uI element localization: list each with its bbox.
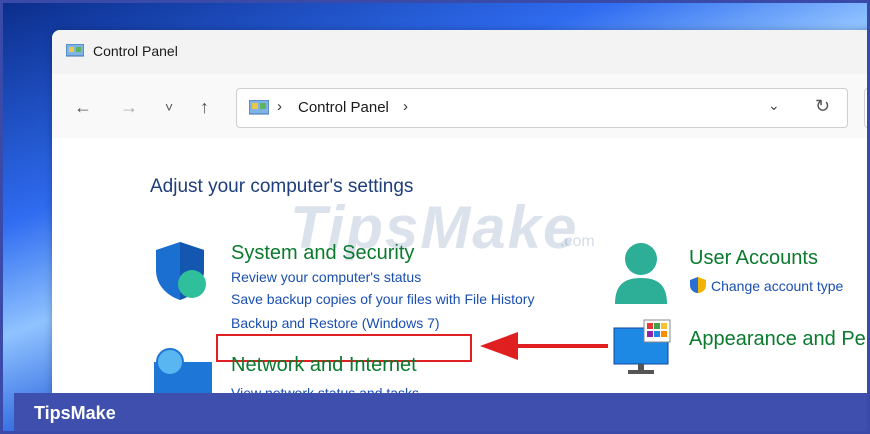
main-content: Adjust your computer's settings TipsMake… [52, 138, 870, 400]
watermark-suffix: .com [560, 233, 595, 250]
address-bar[interactable]: › Control Panel › ⌄ ↻ [236, 88, 848, 128]
control-panel-window: Control Panel ← → ˅ ↑ › Control Panel › … [52, 30, 870, 400]
link-review-status[interactable]: Review your computer's status [231, 269, 421, 285]
breadcrumb-control-panel[interactable]: Control Panel [298, 99, 389, 116]
navigation-bar: ← → ˅ ↑ › Control Panel › ⌄ ↻ [52, 74, 870, 138]
breadcrumb-separator: › [277, 98, 282, 115]
red-arrow-icon [480, 332, 608, 360]
back-arrow-icon[interactable]: ← [74, 98, 92, 116]
shield-icon [154, 240, 210, 302]
window-title: Control Panel [93, 43, 178, 59]
up-arrow-icon[interactable]: ↑ [200, 98, 209, 116]
search-box[interactable] [864, 88, 870, 128]
title-bar: Control Panel [52, 30, 870, 74]
refresh-icon[interactable]: ↻ [815, 96, 830, 117]
user-icon [613, 242, 669, 308]
address-history-dropdown-icon[interactable]: ⌄ [768, 97, 780, 114]
recent-locations-icon[interactable]: ˅ [165, 98, 173, 116]
control-panel-icon [249, 100, 269, 116]
category-network-and-internet[interactable]: Network and Internet [231, 354, 417, 377]
category-system-and-security[interactable]: System and Security [231, 242, 414, 265]
link-file-history[interactable]: Save backup copies of your files with Fi… [231, 291, 534, 307]
breadcrumb-separator[interactable]: › [403, 98, 408, 115]
link-backup-and-restore[interactable]: Backup and Restore (Windows 7) [231, 315, 440, 331]
monitor-icon [612, 318, 676, 376]
control-panel-icon [66, 44, 84, 58]
forward-arrow-icon[interactable]: → [120, 98, 138, 116]
footer-bar: TipsMake [14, 393, 870, 434]
link-change-account-type[interactable]: Change account type [711, 278, 843, 294]
uac-shield-icon [689, 276, 707, 294]
brand-label: TipsMake [34, 403, 116, 423]
category-user-accounts[interactable]: User Accounts [689, 247, 818, 270]
category-appearance[interactable]: Appearance and Per [689, 328, 870, 351]
